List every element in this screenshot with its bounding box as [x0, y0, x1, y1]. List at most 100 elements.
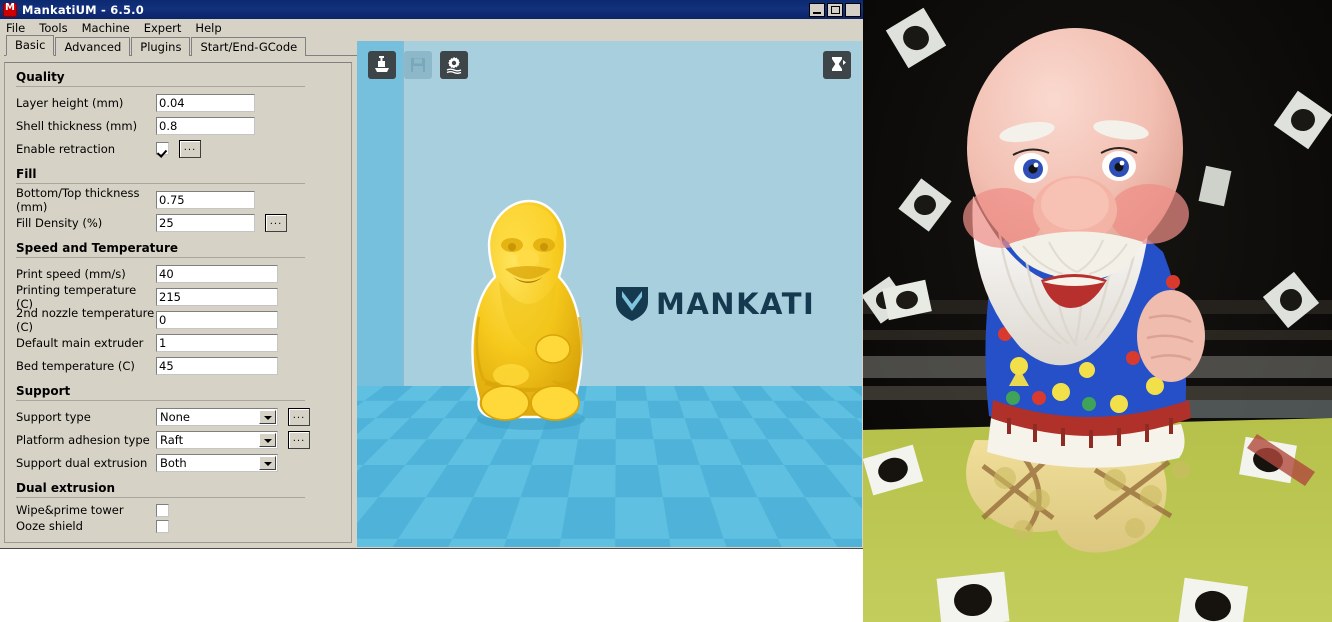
settings-panel: Quality Layer height (mm) 0.04 Shell thi…	[4, 62, 352, 543]
setting-row-wipe-prime-tower: Wipe&prime tower	[5, 502, 351, 518]
setting-label: Print speed (mm/s)	[16, 266, 126, 281]
setting-row-platform-adhesion-type: Platform adhesion type Raft ...	[5, 428, 351, 451]
platform-adhesion-type-value: Raft	[160, 432, 184, 447]
setting-row-bed-temperature: Bed temperature (C) 45	[5, 354, 351, 377]
support-dual-extrusion-value: Both	[160, 455, 187, 470]
setting-row-second-nozzle-temperature: 2nd nozzle temperature (C) 0	[5, 305, 351, 334]
setting-row-support-dual-extrusion: Support dual extrusion Both	[5, 451, 351, 474]
menu-item-file[interactable]: File	[6, 21, 25, 35]
default-main-extruder-input[interactable]: 1	[156, 333, 278, 352]
setting-label: Enable retraction	[16, 141, 116, 156]
maximize-button[interactable]	[827, 2, 843, 17]
checkered-build-platform	[357, 386, 862, 547]
menu-item-expert[interactable]: Expert	[144, 21, 182, 35]
setting-label: Default main extruder	[16, 335, 144, 350]
setting-row-layer-height: Layer height (mm) 0.04	[5, 91, 351, 114]
setting-label: Support type	[16, 409, 91, 424]
fill-density-input[interactable]: 25	[156, 213, 255, 232]
tab-basic[interactable]: Basic	[6, 35, 55, 56]
group-title-speed-temperature: Speed and Temperature	[16, 241, 178, 255]
setting-label: Bottom/Top thickness (mm)	[16, 185, 140, 214]
group-divider	[16, 86, 305, 87]
group-divider	[16, 497, 305, 498]
title-bar: MankatiUM - 6.5.0	[0, 0, 863, 19]
window-title: MankatiUM - 6.5.0	[22, 2, 144, 17]
bed-temperature-input[interactable]: 45	[156, 356, 278, 375]
gnome-photo-panel	[863, 0, 1332, 622]
viewport-left-wall	[357, 41, 403, 411]
mankati-logo-icon	[3, 2, 17, 17]
mankati-shield-icon	[616, 287, 648, 321]
setting-row-enable-retraction: Enable retraction ...	[5, 137, 351, 160]
application-window: MankatiUM - 6.5.0 File Tools Machine Exp…	[0, 0, 864, 549]
print-speed-input[interactable]: 40	[156, 264, 278, 283]
second-nozzle-temperature-input[interactable]: 0	[156, 310, 278, 329]
viewport-wall-edge	[403, 41, 404, 393]
close-button[interactable]	[845, 2, 861, 17]
view-mode-button[interactable]	[823, 51, 851, 79]
group-title-support: Support	[16, 384, 71, 398]
support-type-options-button[interactable]: ...	[288, 407, 310, 426]
setting-row-support-type: Support type None ...	[5, 405, 351, 428]
tab-start-end-gcode[interactable]: Start/End-GCode	[191, 37, 307, 56]
mankati-watermark-logo: MANKATI	[615, 286, 815, 322]
setting-label: 2nd nozzle temperature (C)	[16, 305, 155, 334]
enable-retraction-checkbox[interactable]	[156, 142, 169, 155]
tab-advanced[interactable]: Advanced	[55, 37, 131, 56]
setting-label: Fill Density (%)	[16, 215, 103, 230]
setting-row-fill-density: Fill Density (%) 25 ...	[5, 211, 351, 234]
bottom-top-thickness-input[interactable]: 0.75	[156, 190, 255, 209]
platform-adhesion-type-select[interactable]: Raft	[156, 430, 278, 449]
setting-label: Ooze shield	[16, 519, 83, 533]
print-slice-button[interactable]	[440, 51, 468, 79]
gnome-dwarf-model[interactable]	[455, 197, 603, 432]
shell-thickness-input[interactable]: 0.8	[156, 116, 255, 135]
rotate-view-icon	[832, 57, 846, 71]
setting-label: Wipe&prime tower	[16, 503, 124, 517]
3d-viewport[interactable]: MANKATI	[357, 41, 862, 547]
gnome-cheek-right	[1109, 184, 1189, 244]
group-divider	[16, 257, 305, 258]
minimize-button[interactable]	[809, 2, 825, 17]
setting-row-ooze-shield: Ooze shield	[5, 518, 351, 534]
chevron-down-icon[interactable]	[259, 455, 276, 470]
fill-density-options-button[interactable]: ...	[265, 213, 287, 232]
group-title-dual-extrusion: Dual extrusion	[16, 481, 116, 495]
layer-height-input[interactable]: 0.04	[156, 93, 255, 112]
tab-plugins[interactable]: Plugins	[131, 37, 191, 56]
setting-row-default-main-extruder: Default main extruder 1	[5, 331, 351, 354]
support-type-select[interactable]: None	[156, 407, 278, 426]
support-type-value: None	[160, 409, 191, 424]
setting-row-shell-thickness: Shell thickness (mm) 0.8	[5, 114, 351, 137]
group-divider	[16, 400, 305, 401]
viewport-toolbar	[368, 51, 468, 79]
chevron-down-icon[interactable]	[259, 432, 276, 447]
printing-temperature-input[interactable]: 215	[156, 287, 278, 306]
enable-retraction-options-button[interactable]: ...	[179, 139, 201, 158]
print-gear-icon	[446, 57, 462, 74]
group-divider	[16, 183, 305, 184]
window-controls	[809, 2, 861, 17]
load-model-icon	[375, 56, 389, 72]
menu-item-help[interactable]: Help	[195, 21, 221, 35]
setting-label: Platform adhesion type	[16, 432, 150, 447]
menu-item-machine[interactable]: Machine	[82, 21, 130, 35]
group-title-quality: Quality	[16, 70, 65, 84]
ooze-shield-checkbox[interactable]	[156, 519, 169, 533]
menu-bar: File Tools Machine Expert Help	[0, 19, 863, 37]
group-title-fill: Fill	[16, 167, 37, 181]
platform-adhesion-options-button[interactable]: ...	[288, 430, 310, 449]
save-floppy-icon	[411, 58, 425, 72]
setting-label: Shell thickness (mm)	[16, 118, 138, 133]
wipe-prime-tower-checkbox[interactable]	[156, 503, 169, 517]
mankati-wordmark: MANKATI	[656, 287, 816, 321]
painted-garden-gnome-photo	[863, 0, 1332, 622]
support-dual-extrusion-select[interactable]: Both	[156, 453, 278, 472]
setting-label: Support dual extrusion	[16, 455, 148, 470]
setting-label: Bed temperature (C)	[16, 358, 135, 373]
load-model-button[interactable]	[368, 51, 396, 79]
chevron-down-icon[interactable]	[259, 409, 276, 424]
menu-item-tools[interactable]: Tools	[39, 21, 67, 35]
setting-row-bottom-top-thickness: Bottom/Top thickness (mm) 0.75	[5, 185, 351, 214]
setting-label: Layer height (mm)	[16, 95, 124, 110]
